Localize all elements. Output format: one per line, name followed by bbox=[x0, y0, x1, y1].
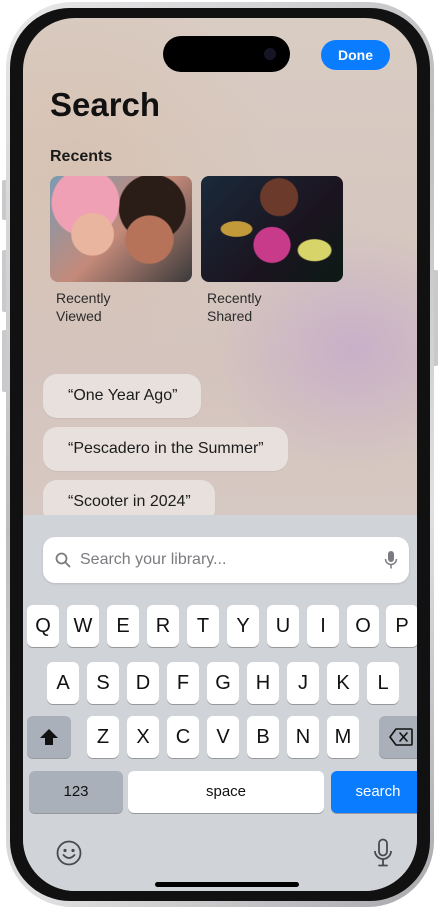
done-button[interactable]: Done bbox=[321, 40, 390, 70]
page-title: Search bbox=[50, 86, 161, 123]
home-indicator[interactable] bbox=[155, 882, 299, 887]
dynamic-island bbox=[163, 36, 290, 72]
shift-key[interactable] bbox=[27, 716, 71, 758]
key-i[interactable]: I bbox=[307, 605, 339, 647]
key-n[interactable]: N bbox=[287, 716, 319, 758]
key-c[interactable]: C bbox=[167, 716, 199, 758]
key-t[interactable]: T bbox=[187, 605, 219, 647]
key-f[interactable]: F bbox=[167, 662, 199, 704]
key-e[interactable]: E bbox=[107, 605, 139, 647]
key-q[interactable]: Q bbox=[27, 605, 59, 647]
recents-heading: Recents bbox=[50, 148, 113, 165]
key-s[interactable]: S bbox=[87, 662, 119, 704]
key-d[interactable]: D bbox=[127, 662, 159, 704]
recently-viewed-thumbnail[interactable] bbox=[50, 176, 192, 282]
search-input[interactable]: Search your library... bbox=[80, 537, 226, 583]
suggestion-chip[interactable]: “One Year Ago” bbox=[43, 374, 202, 418]
key-r[interactable]: R bbox=[147, 605, 179, 647]
microphone-icon[interactable] bbox=[384, 550, 398, 570]
key-b[interactable]: B bbox=[247, 716, 279, 758]
space-key[interactable]: space bbox=[128, 771, 324, 813]
recently-shared-thumbnail[interactable] bbox=[201, 176, 343, 282]
emoji-icon[interactable] bbox=[56, 840, 82, 866]
key-o[interactable]: O bbox=[347, 605, 379, 647]
key-l[interactable]: L bbox=[367, 662, 399, 704]
key-v[interactable]: V bbox=[207, 716, 239, 758]
shift-icon bbox=[40, 729, 58, 745]
key-j[interactable]: J bbox=[287, 662, 319, 704]
key-u[interactable]: U bbox=[267, 605, 299, 647]
screen: Done Search Recents Recently Viewed Rece… bbox=[23, 18, 417, 891]
search-key[interactable]: search bbox=[331, 771, 417, 813]
recently-viewed-label[interactable]: Recently Viewed bbox=[56, 289, 176, 325]
key-p[interactable]: P bbox=[386, 605, 417, 647]
key-x[interactable]: X bbox=[127, 716, 159, 758]
delete-key[interactable] bbox=[379, 716, 417, 758]
key-g[interactable]: G bbox=[207, 662, 239, 704]
key-k[interactable]: K bbox=[327, 662, 359, 704]
numbers-key[interactable]: 123 bbox=[29, 771, 123, 813]
camera-icon bbox=[264, 48, 276, 60]
key-z[interactable]: Z bbox=[87, 716, 119, 758]
key-m[interactable]: M bbox=[327, 716, 359, 758]
search-icon bbox=[55, 552, 71, 568]
key-y[interactable]: Y bbox=[227, 605, 259, 647]
delete-icon bbox=[389, 728, 413, 746]
recently-shared-label[interactable]: Recently Shared bbox=[207, 289, 327, 325]
search-field[interactable]: Search your library... bbox=[43, 537, 409, 583]
microphone-icon[interactable] bbox=[373, 838, 393, 868]
key-a[interactable]: A bbox=[47, 662, 79, 704]
key-w[interactable]: W bbox=[67, 605, 99, 647]
key-h[interactable]: H bbox=[247, 662, 279, 704]
suggestion-chip[interactable]: “Pescadero in the Summer” bbox=[43, 427, 288, 471]
